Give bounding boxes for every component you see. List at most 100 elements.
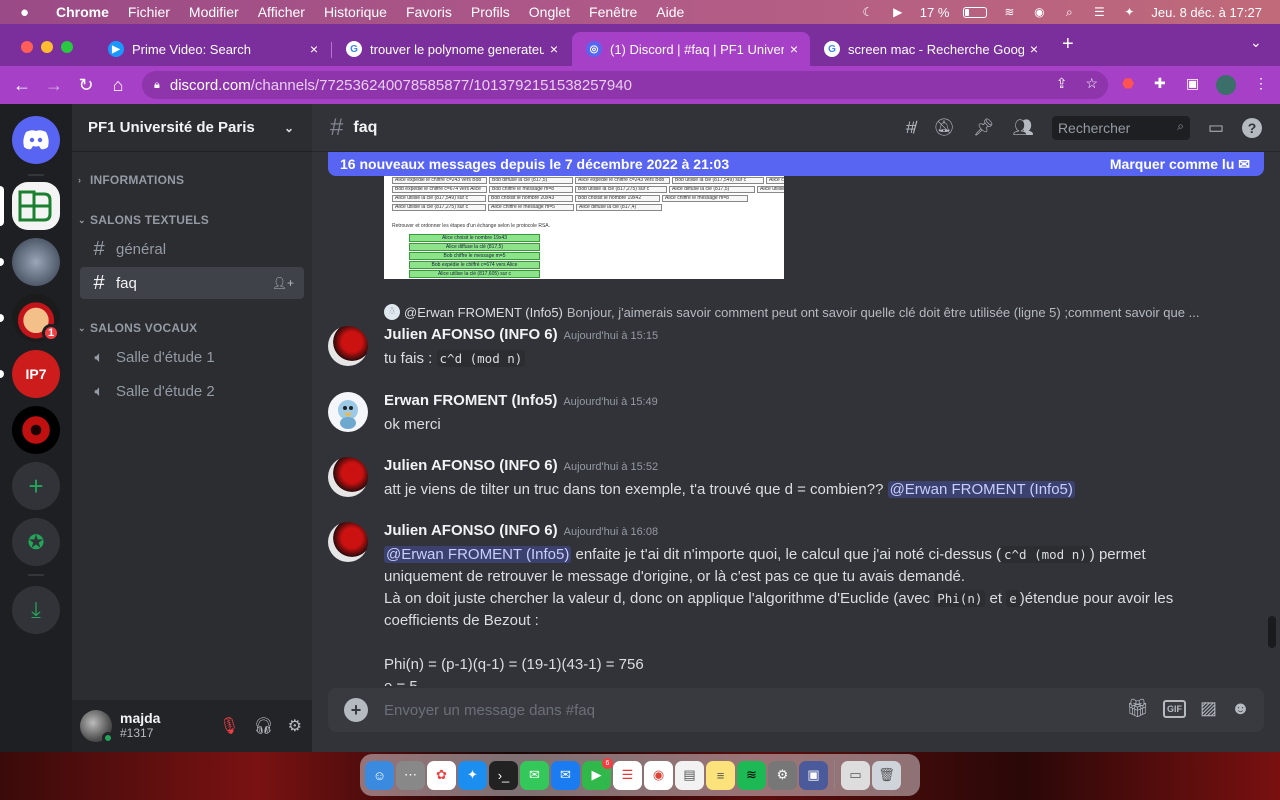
menu-chrome[interactable]: Chrome bbox=[56, 4, 109, 20]
attach-plus-button[interactable]: + bbox=[344, 698, 368, 722]
voice-channel-1[interactable]: 🔈︎ Salle d'étude 1 bbox=[80, 341, 304, 373]
trash-icon[interactable]: 🗑︎ bbox=[872, 760, 901, 790]
close-tab-icon[interactable]: × bbox=[304, 41, 324, 57]
flag-icon[interactable]: ✦ bbox=[1121, 5, 1137, 19]
system-preferences-icon[interactable]: ⚙ bbox=[768, 760, 797, 790]
avatar[interactable] bbox=[328, 392, 368, 432]
user-mention[interactable]: @Erwan FROMENT (Info5) bbox=[384, 546, 572, 563]
notes-icon[interactable]: ≡ bbox=[706, 760, 735, 790]
search-input[interactable]: Rechercher ⌕ bbox=[1051, 116, 1190, 140]
spotify-icon[interactable]: ≋ bbox=[737, 760, 766, 790]
user-icon[interactable]: ◉ bbox=[1031, 5, 1047, 19]
pin-icon[interactable]: 📌︎ bbox=[973, 118, 995, 138]
battery-icon[interactable] bbox=[963, 6, 988, 18]
server-pf1[interactable] bbox=[12, 182, 60, 230]
photos-icon[interactable]: ✿ bbox=[427, 760, 456, 790]
sticker-icon[interactable]: ▨ bbox=[1200, 698, 1217, 719]
chrome-menu-icon[interactable]: ⋮ bbox=[1254, 75, 1268, 92]
category-informations[interactable]: › INFORMATIONS bbox=[78, 173, 184, 187]
headphones-icon[interactable]: 🎧︎ bbox=[253, 716, 273, 736]
control-center-icon[interactable]: ☰ bbox=[1091, 5, 1107, 19]
preview-icon[interactable]: ▣ bbox=[799, 760, 828, 790]
reply-reference[interactable]: 🐧︎ @Erwan FROMENT (Info5) Bonjour, j'aim… bbox=[384, 304, 1199, 320]
channel-faq[interactable]: # faq 👤︎+ bbox=[80, 267, 304, 299]
menu-profils[interactable]: Profils bbox=[471, 4, 510, 20]
zoom-window-button[interactable] bbox=[61, 41, 73, 53]
menu-historique[interactable]: Historique bbox=[324, 4, 387, 20]
recent-file-icon[interactable]: ▭ bbox=[841, 760, 870, 790]
menu-fichier[interactable]: Fichier bbox=[128, 4, 170, 20]
message-author[interactable]: Julien AFONSO (INFO 6) bbox=[384, 457, 558, 474]
address-bar[interactable]: 🔒︎ discord.com/channels/7725362400785858… bbox=[142, 71, 1108, 99]
finder-icon[interactable]: ☺ bbox=[365, 760, 394, 790]
voice-channel-2[interactable]: 🔈︎ Salle d'étude 2 bbox=[80, 375, 304, 407]
avatar[interactable] bbox=[80, 710, 114, 744]
emoji-icon[interactable]: ☻ bbox=[1231, 698, 1250, 719]
minimize-window-button[interactable] bbox=[41, 41, 53, 53]
document-icon[interactable]: ▤ bbox=[675, 760, 704, 790]
channel-general[interactable]: # général bbox=[80, 233, 304, 265]
profile-avatar[interactable] bbox=[1216, 75, 1236, 95]
lock-icon[interactable]: 🔒︎ bbox=[154, 79, 160, 92]
menu-clock[interactable]: Jeu. 8 déc. à 17:27 bbox=[1151, 5, 1262, 20]
extensions-puzzle-icon[interactable]: ✚ bbox=[1154, 75, 1166, 92]
gift-icon[interactable]: 🎁︎ bbox=[1126, 698, 1149, 719]
chrome-icon[interactable]: ◉ bbox=[644, 760, 673, 790]
scrollbar-thumb[interactable] bbox=[1268, 616, 1276, 648]
tab-search-chevron-icon[interactable]: ⌄ bbox=[1250, 34, 1262, 51]
server-ip7[interactable]: IP7 bbox=[12, 350, 60, 398]
facetime-icon[interactable]: ▶ 6 bbox=[582, 757, 613, 790]
extension-shield-icon[interactable]: ⬣ bbox=[1122, 75, 1134, 92]
wifi-icon[interactable]: ≋ bbox=[1001, 5, 1017, 19]
close-window-button[interactable] bbox=[21, 41, 33, 53]
apple-menu-icon[interactable]: ● bbox=[20, 4, 38, 21]
message-author[interactable]: Julien AFONSO (INFO 6) bbox=[384, 522, 558, 539]
menu-afficher[interactable]: Afficher bbox=[258, 4, 305, 20]
back-arrow-icon[interactable]: ← bbox=[6, 75, 38, 96]
microphone-muted-icon[interactable]: 🎙︎ bbox=[219, 716, 239, 736]
menu-modifier[interactable]: Modifier bbox=[189, 4, 239, 20]
tab-prime-video[interactable]: ▶ Prime Video: Search × bbox=[94, 32, 330, 66]
tab-screen-mac[interactable]: G screen mac - Recherche Google × bbox=[810, 32, 1050, 66]
server-group-photo[interactable] bbox=[12, 238, 60, 286]
help-icon[interactable]: ? bbox=[1242, 118, 1262, 138]
message-input[interactable]: Envoyer un message dans #faq bbox=[384, 702, 595, 719]
embedded-screenshot[interactable]: Alice expédie le chiffré c=243 vers Bob B… bbox=[384, 176, 784, 279]
moon-icon[interactable]: ☾ bbox=[860, 5, 876, 19]
chevron-down-icon[interactable]: ⌄ bbox=[284, 121, 294, 135]
menu-fenetre[interactable]: Fenêtre bbox=[589, 4, 637, 20]
message-author[interactable]: Julien AFONSO (INFO 6) bbox=[384, 326, 558, 343]
messages-icon[interactable]: ✉ bbox=[520, 760, 549, 790]
avatar[interactable] bbox=[328, 522, 368, 562]
share-icon[interactable]: ⇪ bbox=[1056, 75, 1068, 92]
reload-icon[interactable]: ↻ bbox=[70, 75, 102, 96]
user-info[interactable]: majda #1317 bbox=[120, 711, 160, 741]
category-salons-textuels[interactable]: ⌄ SALONS TEXTUELS bbox=[78, 213, 209, 227]
download-apps-icon[interactable]: ⤓ bbox=[12, 586, 60, 634]
add-server-icon[interactable]: + bbox=[12, 462, 60, 510]
server-sharingan[interactable] bbox=[12, 406, 60, 454]
gif-button[interactable]: GIF bbox=[1163, 699, 1187, 718]
play-status-icon[interactable]: ▶ bbox=[890, 5, 906, 19]
menu-favoris[interactable]: Favoris bbox=[406, 4, 452, 20]
reminders-icon[interactable]: ☰ bbox=[613, 760, 642, 790]
new-messages-bar[interactable]: 16 nouveaux messages depuis le 7 décembr… bbox=[328, 152, 1264, 176]
launchpad-icon[interactable]: ⋯ bbox=[396, 760, 425, 790]
home-icon[interactable]: ⌂ bbox=[102, 75, 134, 96]
invite-member-icon[interactable]: 👤︎+ bbox=[272, 276, 294, 290]
close-tab-icon[interactable]: × bbox=[784, 41, 804, 57]
discord-home-icon[interactable] bbox=[12, 116, 60, 164]
bookmark-star-icon[interactable]: ☆ bbox=[1085, 75, 1098, 92]
gear-icon[interactable]: ⚙ bbox=[288, 716, 302, 736]
terminal-icon[interactable]: ›_ bbox=[489, 760, 518, 790]
notification-muted-icon[interactable]: 🔕︎ bbox=[933, 118, 955, 138]
menu-onglet[interactable]: Onglet bbox=[529, 4, 570, 20]
member-list-icon[interactable]: 👥︎ bbox=[1012, 118, 1034, 138]
avatar[interactable] bbox=[328, 457, 368, 497]
threads-icon[interactable]: #̸ bbox=[906, 118, 915, 138]
mail-icon[interactable]: ✉ bbox=[551, 760, 580, 790]
category-salons-vocaux[interactable]: ⌄ SALONS VOCAUX bbox=[78, 321, 197, 335]
safari-icon[interactable]: ✦ bbox=[458, 760, 487, 790]
side-panel-icon[interactable]: ▣ bbox=[1186, 75, 1199, 92]
avatar[interactable] bbox=[328, 326, 368, 366]
